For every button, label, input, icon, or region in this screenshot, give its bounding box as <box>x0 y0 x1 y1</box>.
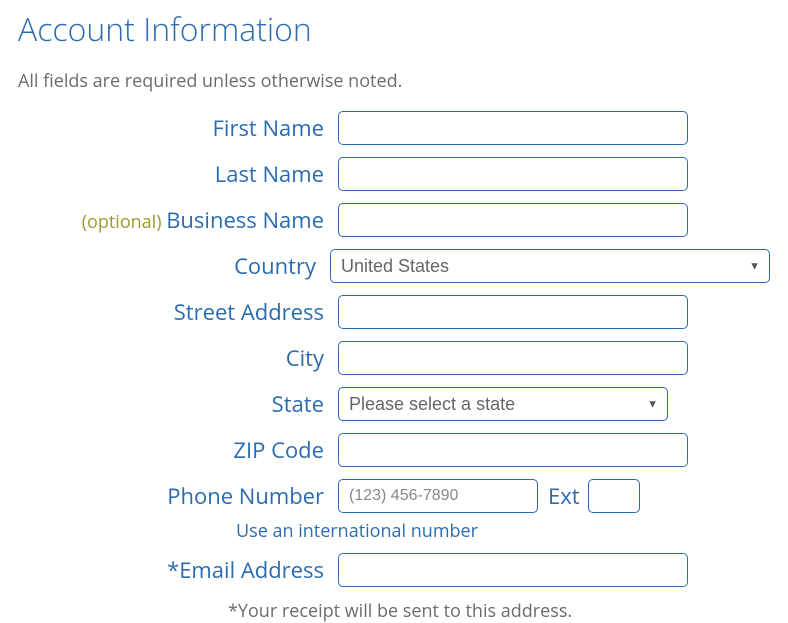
label-last-name: Last Name <box>18 161 338 187</box>
intl-number-link[interactable]: Use an international number <box>236 519 478 543</box>
street-address-field[interactable] <box>338 295 688 329</box>
optional-badge: (optional) <box>82 210 167 234</box>
first-name-field[interactable] <box>338 111 688 145</box>
business-name-field[interactable] <box>338 203 688 237</box>
email-footnote: *Your receipt will be sent to this addre… <box>228 599 572 623</box>
last-name-field[interactable] <box>338 157 688 191</box>
row-footnote: *Your receipt will be sent to this addre… <box>18 599 770 623</box>
row-business-name: (optional) Business Name <box>18 203 770 237</box>
zip-field[interactable] <box>338 433 688 467</box>
row-country: Country United States ▼ <box>18 249 770 283</box>
page-heading: Account Information <box>18 8 770 51</box>
label-ext: Ext <box>548 481 580 511</box>
label-first-name: First Name <box>18 115 338 141</box>
row-zip: ZIP Code <box>18 433 770 467</box>
row-last-name: Last Name <box>18 157 770 191</box>
row-state: State Please select a state ▼ <box>18 387 770 421</box>
label-zip: ZIP Code <box>18 437 338 463</box>
label-business-name-text: Business Name <box>166 205 324 235</box>
row-email: *Email Address <box>18 553 770 587</box>
label-street-address: Street Address <box>18 299 338 325</box>
row-phone: Phone Number Ext <box>18 479 770 513</box>
country-select[interactable]: United States <box>330 249 770 283</box>
required-note: All fields are required unless otherwise… <box>18 69 770 93</box>
row-city: City <box>18 341 770 375</box>
row-street-address: Street Address <box>18 295 770 329</box>
state-select[interactable]: Please select a state <box>338 387 668 421</box>
label-email: *Email Address <box>18 557 338 583</box>
label-state: State <box>18 391 338 417</box>
row-intl-helper: Use an international number <box>18 519 770 543</box>
email-field[interactable] <box>338 553 688 587</box>
phone-field[interactable] <box>338 479 538 513</box>
label-phone: Phone Number <box>18 483 338 509</box>
label-country: Country <box>18 253 330 279</box>
label-city: City <box>18 345 338 371</box>
city-field[interactable] <box>338 341 688 375</box>
label-business-name: (optional) Business Name <box>18 207 338 234</box>
ext-field[interactable] <box>588 479 640 513</box>
row-first-name: First Name <box>18 111 770 145</box>
